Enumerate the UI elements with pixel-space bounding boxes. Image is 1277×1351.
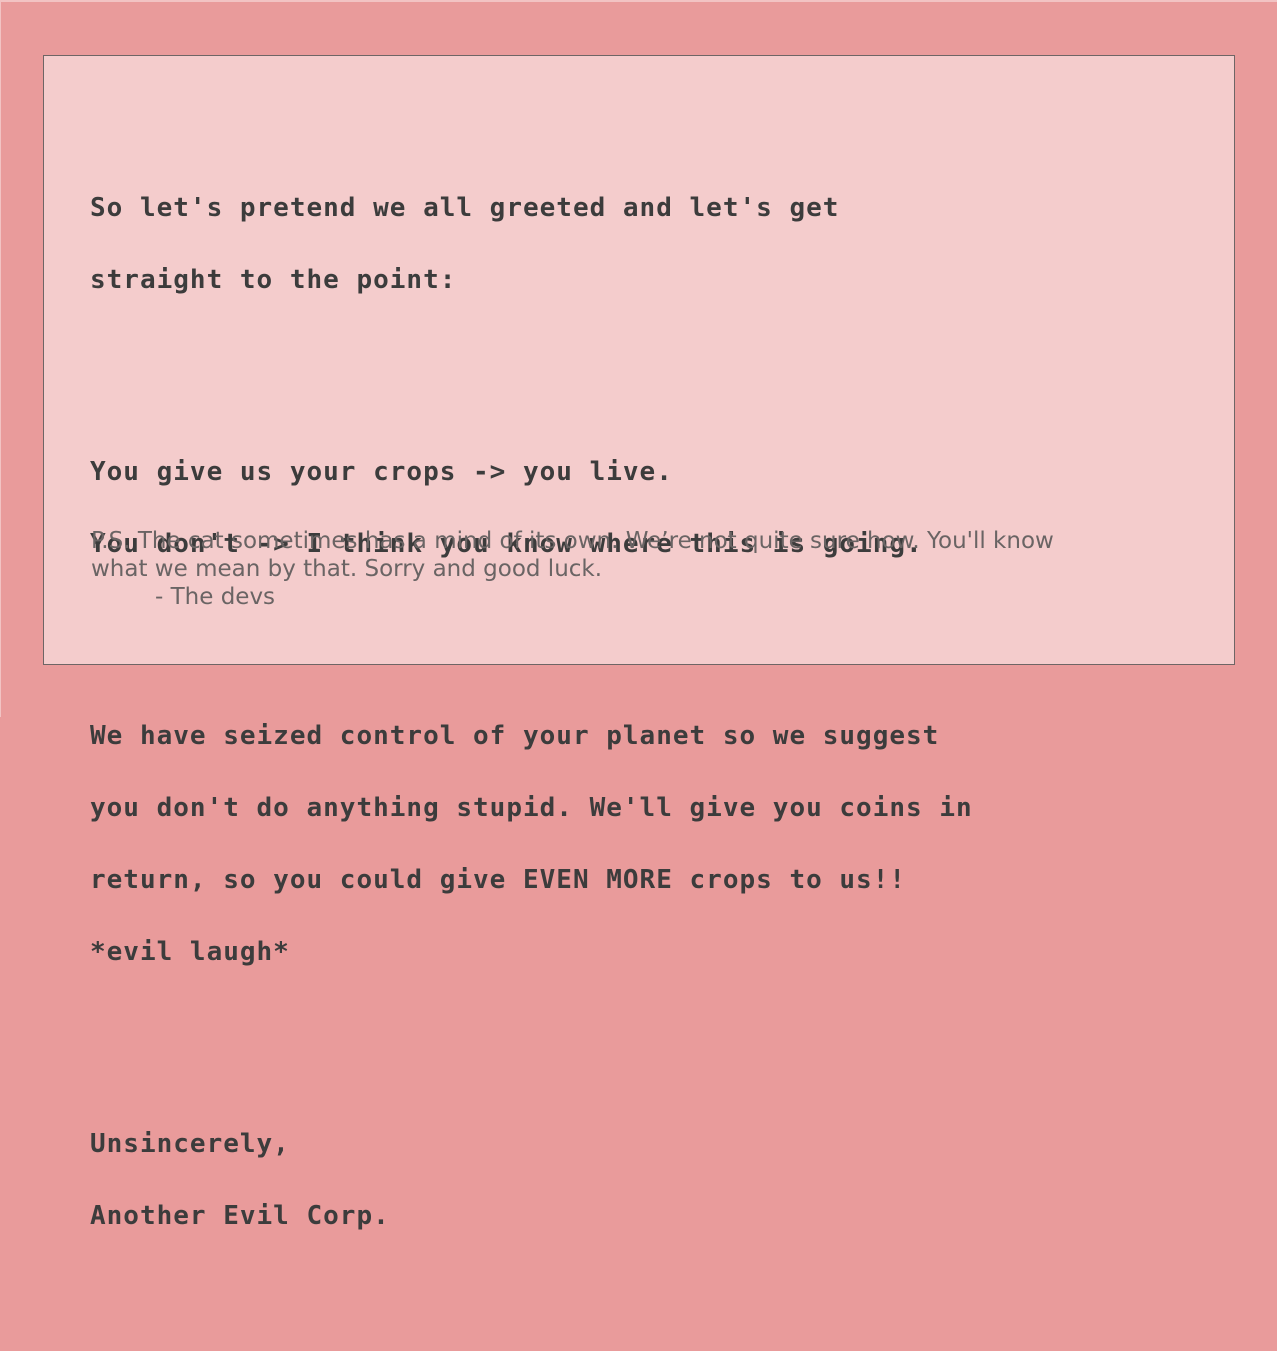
letter-paragraph-greeting: So let's pretend we all greeted and let'… [90, 148, 1190, 340]
letter-line: We have seized control of your planet so… [90, 721, 940, 751]
postscript-line: what we mean by that. Sorry and good luc… [91, 556, 603, 582]
postscript-line: P.S. The cat sometimes has a mind of its… [91, 528, 1054, 554]
postscript: P.S. The cat sometimes has a mind of its… [91, 527, 1171, 611]
letter-line: you don't do anything stupid. We'll give… [90, 793, 973, 823]
letter-line: return, so you could give EVEN MORE crop… [90, 865, 907, 895]
letter-line: You give us your crops -> you live. [90, 457, 673, 487]
letter-line: Another Evil Corp. [90, 1201, 390, 1231]
postscript-signature: - The devs [155, 584, 276, 610]
letter-line: *evil laugh* [90, 937, 290, 967]
letter-panel: So let's pretend we all greeted and let'… [43, 55, 1235, 1229]
letter-paragraph-closing: Unsincerely, Another Evil Corp. [90, 1084, 1190, 1276]
letter-line: straight to the point: [90, 265, 457, 295]
letter-body: So let's pretend we all greeted and let'… [90, 100, 1190, 1348]
letter-line: Unsincerely, [90, 1129, 290, 1159]
letter-line: So let's pretend we all greeted and let'… [90, 193, 840, 223]
letter-paragraph-seized: We have seized control of your planet so… [90, 676, 1190, 1012]
